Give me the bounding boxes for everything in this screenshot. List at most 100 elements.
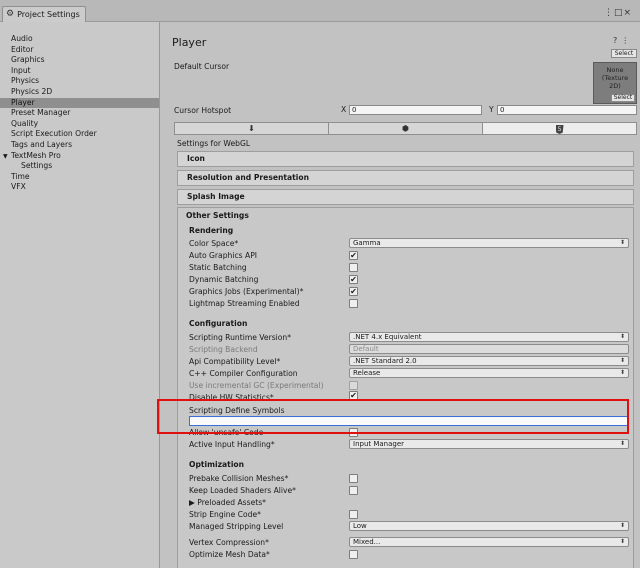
sidebar-item-tags-and-layers[interactable]: Tags and Layers bbox=[0, 140, 159, 151]
sidebar-item-label: TextMesh Pro bbox=[11, 150, 61, 160]
stripping-level-dropdown[interactable]: Low ⬍ bbox=[349, 521, 629, 531]
sidebar-item-label: VFX bbox=[11, 182, 26, 192]
strip-engine-label: Strip Engine Code* bbox=[189, 510, 261, 519]
color-space-value: Gamma bbox=[353, 239, 381, 247]
sidebar-item-label: Quality bbox=[11, 118, 39, 128]
hotspot-x-input[interactable]: 0 bbox=[349, 105, 482, 115]
color-space-dropdown[interactable]: Gamma ⬍ bbox=[349, 238, 629, 248]
section-resolution[interactable]: Resolution and Presentation bbox=[177, 170, 634, 186]
api-compat-label: Api Compatibility Level* bbox=[189, 357, 281, 366]
page-title: Player bbox=[172, 36, 207, 49]
sidebar-item-graphics[interactable]: Graphics bbox=[0, 55, 159, 66]
header-icons: ? ⋮ bbox=[613, 36, 629, 45]
vertex-compression-dropdown[interactable]: Mixed... ⬍ bbox=[349, 537, 629, 547]
scripting-backend-label: Scripting Backend bbox=[189, 345, 258, 354]
prebake-checkbox[interactable] bbox=[349, 474, 358, 483]
header-select-button[interactable]: Select bbox=[611, 49, 637, 58]
section-splash[interactable]: Splash Image bbox=[177, 189, 634, 205]
cpp-config-label: C++ Compiler Configuration bbox=[189, 369, 298, 378]
texture-none-text: None (Texture 2D) bbox=[601, 66, 629, 90]
sidebar-item-label: Time bbox=[11, 171, 30, 181]
cpp-config-dropdown[interactable]: Release ⬍ bbox=[349, 368, 629, 378]
graphics-jobs-checkbox[interactable]: ✔ bbox=[349, 287, 358, 296]
prebake-label: Prebake Collision Meshes* bbox=[189, 474, 289, 483]
runtime-version-value: .NET 4.x Equivalent bbox=[353, 333, 422, 341]
keep-shaders-checkbox[interactable] bbox=[349, 486, 358, 495]
settings-for-label: Settings for WebGL bbox=[177, 139, 251, 148]
vertex-compression-label: Vertex Compression* bbox=[189, 538, 269, 547]
dropdown-arrow-icon: ⬍ bbox=[619, 357, 625, 364]
sidebar-item-label: Preset Manager bbox=[11, 108, 71, 118]
sidebar-item-input[interactable]: Input bbox=[0, 66, 159, 77]
vertex-compression-value: Mixed... bbox=[353, 538, 381, 546]
dropdown-arrow-icon: ⬍ bbox=[619, 522, 625, 529]
sidebar-item-player[interactable]: Player bbox=[0, 97, 159, 109]
optimize-mesh-label: Optimize Mesh Data* bbox=[189, 550, 270, 559]
section-icon[interactable]: Icon bbox=[177, 151, 634, 167]
scripting-backend-value: Default bbox=[353, 345, 379, 353]
texture-select-button[interactable]: Select bbox=[611, 94, 635, 102]
expand-arrow-icon[interactable]: ▼ bbox=[3, 152, 11, 163]
sidebar-item-label: Tags and Layers bbox=[11, 139, 73, 149]
hotspot-y-input[interactable]: 0 bbox=[497, 105, 637, 115]
help-icon[interactable]: ? bbox=[613, 36, 617, 45]
dynamic-batching-label: Dynamic Batching bbox=[189, 275, 259, 284]
sidebar-item-time[interactable]: Time bbox=[0, 172, 159, 183]
dynamic-batching-checkbox[interactable]: ✔ bbox=[349, 275, 358, 284]
sidebar-item-label: Physics bbox=[11, 76, 40, 86]
scripting-backend-dropdown: Default bbox=[349, 344, 629, 354]
auto-graphics-checkbox[interactable]: ✔ bbox=[349, 251, 358, 260]
window-titlebar: ⚙ Project Settings ⋮□× bbox=[0, 0, 640, 22]
lightmap-streaming-checkbox[interactable] bbox=[349, 299, 358, 308]
runtime-version-label: Scripting Runtime Version* bbox=[189, 333, 292, 342]
tab-title: Project Settings bbox=[17, 10, 80, 19]
sidebar-item-label: Physics 2D bbox=[11, 86, 53, 96]
sidebar-item-label: Script Execution Order bbox=[11, 129, 97, 139]
sidebar-item-audio[interactable]: Audio bbox=[0, 34, 159, 45]
settings-sidebar: Audio Editor Graphics Input Physics Physics 2… bbox=[0, 22, 160, 568]
sidebar-item-label: Input bbox=[11, 65, 31, 75]
sidebar-item-label: Player bbox=[11, 97, 35, 107]
player-settings-panel: Player ? ⋮ Select Default Cursor None (T… bbox=[161, 22, 640, 568]
tab-android[interactable]: ⬢ bbox=[329, 123, 483, 134]
gear-icon: ⚙ bbox=[6, 9, 15, 19]
html5-icon: 5 bbox=[555, 125, 564, 134]
api-compat-value: .NET Standard 2.0 bbox=[353, 357, 417, 365]
cursor-hotspot-label: Cursor Hotspot bbox=[174, 106, 232, 115]
hotspot-y-label: Y bbox=[489, 105, 494, 114]
preloaded-assets-label: Preloaded Assets* bbox=[197, 498, 266, 507]
sidebar-item-physics[interactable]: Physics bbox=[0, 76, 159, 87]
sidebar-item-vfx[interactable]: VFX bbox=[0, 182, 159, 193]
tab-standalone[interactable]: ⬇ bbox=[175, 123, 329, 134]
sidebar-item-editor[interactable]: Editor bbox=[0, 45, 159, 56]
sidebar-item-label: Editor bbox=[11, 44, 34, 54]
sidebar-item-textmesh-pro[interactable]: ▼ TextMesh Pro bbox=[0, 151, 159, 162]
sidebar-item-label: Graphics bbox=[11, 55, 45, 65]
sidebar-item-quality[interactable]: Quality bbox=[0, 119, 159, 130]
preloaded-assets-foldout[interactable]: ▶ Preloaded Assets* bbox=[189, 498, 266, 507]
project-settings-tab[interactable]: ⚙ Project Settings bbox=[2, 6, 86, 22]
input-handling-dropdown[interactable]: Input Manager ⬍ bbox=[349, 439, 629, 449]
strip-engine-checkbox[interactable] bbox=[349, 510, 358, 519]
tab-webgl[interactable]: 5 bbox=[483, 123, 636, 134]
sidebar-item-preset-manager[interactable]: Preset Manager bbox=[0, 108, 159, 119]
input-handling-label: Active Input Handling* bbox=[189, 440, 275, 449]
optimize-mesh-checkbox[interactable] bbox=[349, 550, 358, 559]
sidebar-item-script-execution-order[interactable]: Script Execution Order bbox=[0, 129, 159, 140]
api-compat-dropdown[interactable]: .NET Standard 2.0 ⬍ bbox=[349, 356, 629, 366]
window-menu-icon[interactable]: ⋮□× bbox=[604, 8, 632, 18]
sidebar-item-physics-2d[interactable]: Physics 2D bbox=[0, 87, 159, 98]
incremental-gc-label: Use incremental GC (Experimental) bbox=[189, 381, 324, 390]
other-settings-header[interactable]: Other Settings bbox=[186, 211, 249, 220]
incremental-gc-checkbox bbox=[349, 381, 358, 390]
dropdown-arrow-icon: ⬍ bbox=[619, 369, 625, 376]
static-batching-checkbox[interactable] bbox=[349, 263, 358, 272]
color-space-label: Color Space* bbox=[189, 239, 239, 248]
sidebar-item-settings[interactable]: Settings bbox=[0, 161, 159, 172]
stripping-level-value: Low bbox=[353, 522, 367, 530]
lightmap-streaming-label: Lightmap Streaming Enabled bbox=[189, 299, 300, 308]
keep-shaders-label: Keep Loaded Shaders Alive* bbox=[189, 486, 296, 495]
default-cursor-texture-field[interactable]: None (Texture 2D) Select bbox=[593, 62, 637, 104]
runtime-version-dropdown[interactable]: .NET 4.x Equivalent ⬍ bbox=[349, 332, 629, 342]
settings-menu-icon[interactable]: ⋮ bbox=[621, 36, 629, 45]
